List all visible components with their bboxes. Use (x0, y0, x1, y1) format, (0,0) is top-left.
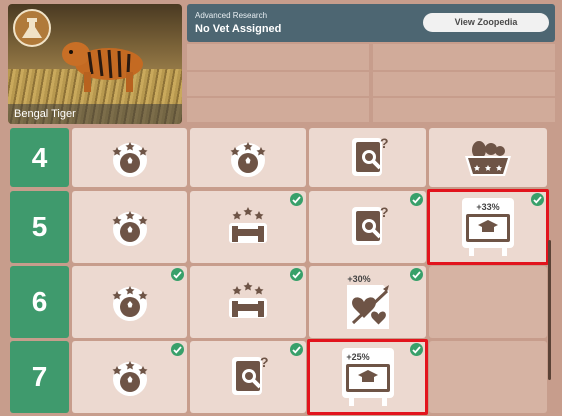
research-book-icon: ? (232, 354, 269, 395)
completed-check-icon (290, 268, 303, 281)
food-basket-icon (465, 140, 511, 176)
research-cell[interactable] (72, 341, 187, 413)
completed-check-icon (290, 343, 303, 356)
highlight-frame (427, 189, 549, 265)
research-cell[interactable] (72, 266, 187, 338)
research-badge-icon (13, 9, 51, 47)
row-label-5: 5 (10, 191, 69, 263)
research-cell[interactable] (72, 128, 187, 187)
enrichment-ball-icon (112, 286, 147, 321)
research-cell[interactable]: ? (190, 341, 306, 413)
research-cell[interactable]: ? (309, 128, 426, 187)
row-label-7: 7 (10, 341, 69, 413)
enrichment-stand-icon (229, 207, 267, 243)
row-label-6: 6 (10, 266, 69, 338)
highlight-frame (307, 339, 428, 415)
research-cell[interactable] (429, 128, 547, 187)
tiger-image (62, 42, 143, 92)
research-cell[interactable]: +30% (309, 266, 426, 338)
research-book-icon: ? (351, 204, 389, 245)
scrollbar[interactable] (548, 240, 551, 380)
animal-portrait: Bengal Tiger (8, 4, 182, 124)
view-zoopedia-button[interactable]: View Zoopedia (423, 13, 549, 32)
enrichment-ball-icon (230, 141, 266, 177)
research-cell[interactable]: ? (309, 191, 426, 263)
empty-cell (429, 341, 547, 413)
research-cell[interactable] (190, 128, 306, 187)
completed-check-icon (410, 268, 423, 281)
enrichment-ball-icon (112, 141, 147, 177)
research-subtitle: Advanced Research (195, 11, 268, 20)
vet-status: No Vet Assigned (195, 23, 282, 35)
research-grid: 4 ? 5 ? +33% 6 +30% 7 ? +25% (0, 128, 562, 416)
research-book-icon: ? (351, 135, 389, 176)
empty-cell (429, 266, 547, 338)
enrichment-ball-icon (112, 361, 147, 396)
research-cell[interactable] (190, 191, 306, 263)
breeding-heart-icon: +30% (346, 274, 389, 329)
research-cell[interactable] (190, 266, 306, 338)
research-header: Advanced Research No Vet Assigned View Z… (187, 4, 555, 42)
research-cell[interactable] (72, 191, 187, 263)
svg-text:?: ? (380, 135, 389, 151)
completed-check-icon (171, 343, 184, 356)
animal-name: Bengal Tiger (8, 104, 182, 124)
svg-text:?: ? (380, 204, 389, 220)
info-grid (187, 44, 555, 124)
row-label-4: 4 (10, 128, 69, 187)
bonus-percent: +30% (347, 274, 370, 284)
completed-check-icon (171, 268, 184, 281)
enrichment-stand-icon (229, 282, 267, 318)
enrichment-ball-icon (112, 211, 147, 246)
svg-text:?: ? (260, 354, 269, 370)
completed-check-icon (410, 193, 423, 206)
completed-check-icon (290, 193, 303, 206)
